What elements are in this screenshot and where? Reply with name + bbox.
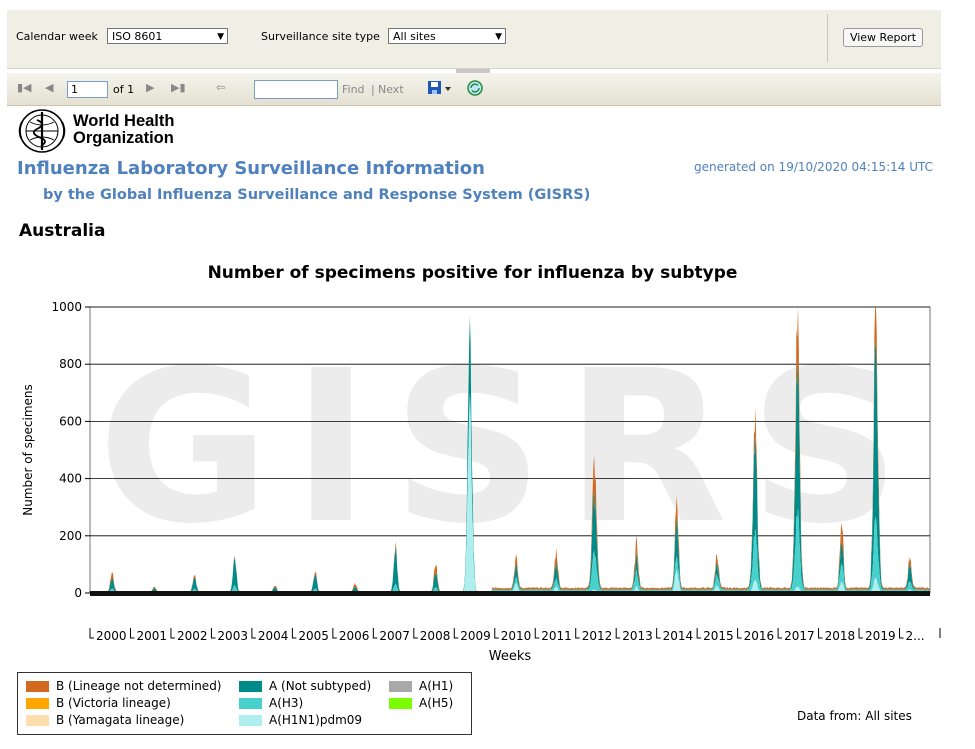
x-tick-label: 2008: [420, 629, 451, 643]
chart-legend: B (Lineage not determined) B (Victoria l…: [17, 672, 472, 735]
x-tick-label: 2009: [460, 629, 491, 643]
y-tick-label: 0: [74, 586, 82, 600]
x-tick: [372, 628, 378, 639]
legend-swatch-b-yamagata: [26, 715, 49, 726]
x-tick: [170, 628, 175, 639]
legend-swatch-a-h5: [389, 698, 412, 709]
x-tick-label: 2015: [703, 629, 734, 643]
legend-swatch-b-lineage-not-determined: [26, 681, 49, 692]
y-tick-label: 400: [59, 472, 82, 486]
x-tick-label: 2011: [541, 629, 572, 643]
y-axis-label: Number of specimens: [21, 384, 35, 516]
x-tick-label: 2017: [784, 629, 815, 643]
x-axis-label: Weeks: [489, 649, 532, 664]
y-tick-label: 1000: [51, 300, 82, 314]
x-tick-label: 2016: [744, 629, 775, 643]
x-tick: [575, 628, 580, 639]
y-tick-label: 800: [59, 357, 82, 371]
x-tick: [696, 628, 702, 639]
legend-label: A(H3): [269, 696, 304, 710]
x-tick: [89, 628, 94, 639]
x-tick: [251, 628, 256, 639]
legend-swatch-a-not-subtyped: [239, 681, 262, 692]
x-tick: [737, 628, 742, 639]
x-tick-label: 2010: [501, 629, 532, 643]
x-tick-label: 2007: [379, 629, 410, 643]
x-tick: [210, 628, 216, 639]
y-tick-label: 200: [59, 529, 82, 543]
x-tick-label: 2005: [298, 629, 329, 643]
x-tick: [413, 628, 418, 639]
x-tick-label: 2003: [217, 629, 248, 643]
legend-label: A(H1): [419, 679, 454, 693]
x-tick: [899, 628, 904, 639]
x-tick-label: 2014: [663, 629, 694, 643]
x-tick: [858, 628, 864, 639]
x-tick: [291, 628, 297, 639]
legend-swatch-a-h3: [239, 698, 262, 709]
x-tick: [534, 628, 540, 639]
legend-label: A (Not subtyped): [269, 679, 372, 693]
x-tick-label: 2...: [906, 629, 925, 643]
x-tick-label: 2001: [136, 629, 167, 643]
x-tick: [777, 628, 783, 639]
legend-swatch-a-h1n1pdm09: [239, 715, 262, 726]
x-axis-baseline: [90, 591, 930, 596]
x-tick-label: 2002: [177, 629, 208, 643]
x-tick: [129, 628, 135, 639]
x-tick: [818, 628, 823, 639]
legend-label: A(H5): [419, 696, 454, 710]
influenza-subtype-chart: GISRS 020040060080010002000 2001 2002 2003 2…: [21, 300, 941, 664]
x-tick-label: 2000: [96, 629, 127, 643]
x-tick: [332, 628, 337, 639]
y-tick-label: 600: [59, 414, 82, 428]
x-tick: [615, 628, 621, 639]
x-tick-label: 2006: [339, 629, 370, 643]
x-tick-label: 2019: [865, 629, 896, 643]
legend-label: B (Yamagata lineage): [56, 713, 185, 727]
x-tick: [494, 628, 499, 639]
legend-swatch-b-victoria: [26, 698, 49, 709]
x-tick-label: 2013: [622, 629, 653, 643]
data-source-note: Data from: All sites: [797, 709, 912, 723]
legend-label: B (Victoria lineage): [56, 696, 171, 710]
x-tick-label: 2012: [582, 629, 613, 643]
legend-swatch-a-h1: [389, 681, 412, 692]
x-tick-label: 2018: [825, 629, 856, 643]
x-tick: [453, 628, 459, 639]
x-tick-label: 2004: [258, 629, 289, 643]
x-tick: [656, 628, 661, 639]
legend-label: A(H1N1)pdm09: [269, 713, 363, 727]
legend-label: B (Lineage not determined): [56, 679, 222, 693]
